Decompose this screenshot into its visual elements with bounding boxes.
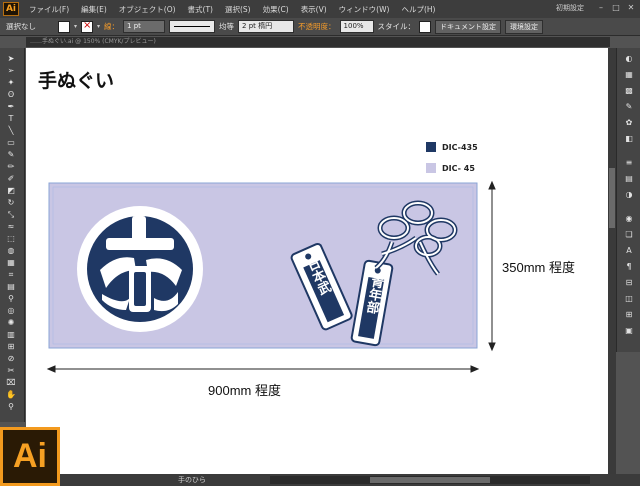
blob-brush-icon[interactable]: ✐ bbox=[5, 174, 17, 183]
color-panel-icon[interactable]: ◐ bbox=[623, 54, 635, 63]
hand-tool-icon[interactable]: ✋ bbox=[5, 390, 17, 399]
artboards-icon[interactable]: ▣ bbox=[623, 326, 635, 335]
scale-tool-icon[interactable]: ⤡ bbox=[5, 210, 17, 219]
selection-status: 選択なし bbox=[6, 22, 36, 31]
horizontal-scroll-thumb[interactable] bbox=[370, 477, 490, 483]
brush-field[interactable]: 2 pt 楕円 bbox=[238, 20, 295, 33]
legend-label-lavender: DIC- 45 bbox=[442, 164, 475, 173]
workspace-switcher[interactable]: 初期設定 bbox=[556, 3, 584, 13]
illustrator-logo: Ai bbox=[0, 427, 60, 486]
menu-bar: Ai ファイル(F) 編集(E) オブジェクト(O) 書式(T) 選択(S) 効… bbox=[0, 0, 640, 19]
type-tool-icon[interactable]: T bbox=[5, 114, 17, 123]
legend-label-navy: DIC-435 bbox=[442, 143, 478, 152]
stroke-profile-preview[interactable] bbox=[169, 20, 216, 33]
lasso-icon[interactable]: ʘ bbox=[5, 90, 17, 99]
preferences-button[interactable]: 環境設定 bbox=[505, 19, 544, 34]
free-transform-icon[interactable]: ⬚ bbox=[5, 234, 17, 243]
transparency-icon[interactable]: ◑ bbox=[623, 190, 635, 199]
document-tab[interactable]: ……手ぬぐい.ai @ 150% (CMYK/プレビュー) bbox=[26, 37, 610, 47]
character-icon[interactable]: A bbox=[623, 246, 635, 255]
symbols-icon[interactable]: ✿ bbox=[623, 118, 635, 127]
height-dimension-arrow bbox=[488, 180, 496, 352]
appearance-icon[interactable]: ◉ bbox=[623, 214, 635, 223]
paintbrush-icon[interactable]: ✎ bbox=[5, 150, 17, 159]
menu-window[interactable]: ウィンドウ(W) bbox=[333, 4, 396, 15]
rotate-tool-icon[interactable]: ↻ bbox=[5, 198, 17, 207]
slice-tool-icon[interactable]: ⊘ bbox=[5, 354, 17, 363]
style-label: スタイル： bbox=[377, 22, 416, 31]
eraser-icon[interactable]: ◩ bbox=[5, 186, 17, 195]
line-tool-icon[interactable]: ╲ bbox=[5, 126, 17, 135]
shape-builder-icon[interactable]: ◍ bbox=[5, 246, 17, 255]
maximize-icon[interactable]: □ bbox=[611, 3, 621, 13]
style-swatch[interactable] bbox=[419, 20, 432, 33]
blend-tool-icon[interactable]: ◎ bbox=[5, 306, 17, 315]
zoom-tool-icon[interactable]: ⚲ bbox=[5, 402, 17, 411]
crest-emblem bbox=[77, 206, 203, 332]
color-guide-icon[interactable]: ▦ bbox=[623, 70, 635, 79]
graphic-styles-icon[interactable]: ◧ bbox=[623, 134, 635, 143]
swatches-icon[interactable]: ▩ bbox=[623, 86, 635, 95]
control-bar: 選択なし ▾ ▾ 線： 1 pt 均等 2 pt 楕円 不透明度： 100% ス… bbox=[0, 18, 640, 36]
magic-wand-icon[interactable]: ✦ bbox=[5, 78, 17, 87]
status-bar: 手のひら bbox=[60, 474, 640, 486]
mesh-tool-icon[interactable]: ⌗ bbox=[5, 270, 17, 279]
vertical-scroll-thumb[interactable] bbox=[609, 168, 615, 228]
document-setup-button[interactable]: ドキュメント設定 bbox=[435, 19, 502, 34]
menu-select[interactable]: 選択(S) bbox=[219, 4, 257, 15]
fill-swatch[interactable] bbox=[58, 20, 70, 33]
menu-view[interactable]: 表示(V) bbox=[295, 4, 333, 15]
gradient-panel-icon[interactable]: ▤ bbox=[623, 174, 635, 183]
perspective-grid-icon[interactable]: ▦ bbox=[5, 258, 17, 267]
pathfinder-icon[interactable]: ◫ bbox=[623, 294, 635, 303]
minimize-icon[interactable]: – bbox=[596, 3, 606, 13]
width-dimension-label: 900mm 程度 bbox=[208, 383, 281, 398]
gradient-tool-icon[interactable]: ▤ bbox=[5, 282, 17, 291]
align-icon[interactable]: ⊟ bbox=[623, 278, 635, 287]
close-icon[interactable]: ✕ bbox=[626, 3, 636, 13]
opacity-field[interactable]: 100% bbox=[339, 20, 374, 33]
panel-dock: ◐ ▦ ▩ ✎ ✿ ◧ ≡ ▤ ◑ ◉ ❏ A ¶ ⊟ ◫ ⊞ ▣ bbox=[616, 48, 640, 352]
artboard[interactable]: 日本武 青年部 手ぬぐい DIC-435 DIC- 45 900mm 程度 35… bbox=[26, 48, 610, 474]
width-dimension-arrow bbox=[46, 365, 480, 373]
artboard-tool-icon[interactable]: ⊞ bbox=[5, 342, 17, 351]
stroke-profile[interactable]: 均等 bbox=[219, 21, 234, 32]
pencil-icon[interactable]: ✏ bbox=[5, 162, 17, 171]
vertical-scrollbar[interactable] bbox=[608, 48, 616, 474]
eyedropper-icon[interactable]: ⚲ bbox=[5, 294, 17, 303]
tools-panel: ➤ ➢ ✦ ʘ ✒ T ╲ ▭ ✎ ✏ ✐ ◩ ↻ ⤡ ≈ ⬚ ◍ ▦ ⌗ ▤ … bbox=[0, 48, 25, 422]
transform-icon[interactable]: ⊞ bbox=[623, 310, 635, 319]
paragraph-icon[interactable]: ¶ bbox=[623, 262, 635, 271]
menu-object[interactable]: オブジェクト(O) bbox=[113, 4, 182, 15]
legend-swatch-navy bbox=[426, 142, 436, 152]
direct-selection-tool-icon[interactable]: ➢ bbox=[5, 66, 17, 75]
layers-icon[interactable]: ❏ bbox=[623, 230, 635, 239]
stroke-weight-field[interactable]: 1 pt bbox=[123, 20, 166, 33]
stroke-panel-icon[interactable]: ≡ bbox=[623, 158, 635, 167]
menu-help[interactable]: ヘルプ(H) bbox=[395, 4, 441, 15]
menu-effect[interactable]: 効果(C) bbox=[257, 4, 295, 15]
menu-edit[interactable]: 編集(E) bbox=[75, 4, 113, 15]
menu-file[interactable]: ファイル(F) bbox=[23, 4, 75, 15]
pen-tool-icon[interactable]: ✒ bbox=[5, 102, 17, 111]
rectangle-tool-icon[interactable]: ▭ bbox=[5, 138, 17, 147]
opacity-label[interactable]: 不透明度： bbox=[298, 21, 336, 32]
warp-tool-icon[interactable]: ≈ bbox=[5, 222, 17, 231]
horizontal-scrollbar[interactable] bbox=[270, 476, 590, 484]
symbol-sprayer-icon[interactable]: ✺ bbox=[5, 318, 17, 327]
brushes-icon[interactable]: ✎ bbox=[623, 102, 635, 111]
legend-swatch-lavender bbox=[426, 163, 436, 173]
current-tool-name: 手のひら bbox=[178, 476, 206, 484]
crop-icon[interactable]: ⌧ bbox=[5, 378, 17, 387]
document-title: 手ぬぐい bbox=[38, 70, 115, 92]
graph-tool-icon[interactable]: ▥ bbox=[5, 330, 17, 339]
stroke-swatch[interactable] bbox=[81, 20, 94, 33]
stroke-label[interactable]: 線： bbox=[104, 21, 119, 32]
height-dimension-label: 350mm 程度 bbox=[502, 260, 575, 275]
scissors-icon[interactable]: ✂ bbox=[5, 366, 17, 375]
app-logo: Ai bbox=[3, 2, 19, 16]
menu-type[interactable]: 書式(T) bbox=[182, 4, 219, 15]
selection-tool-icon[interactable]: ➤ bbox=[5, 54, 17, 63]
